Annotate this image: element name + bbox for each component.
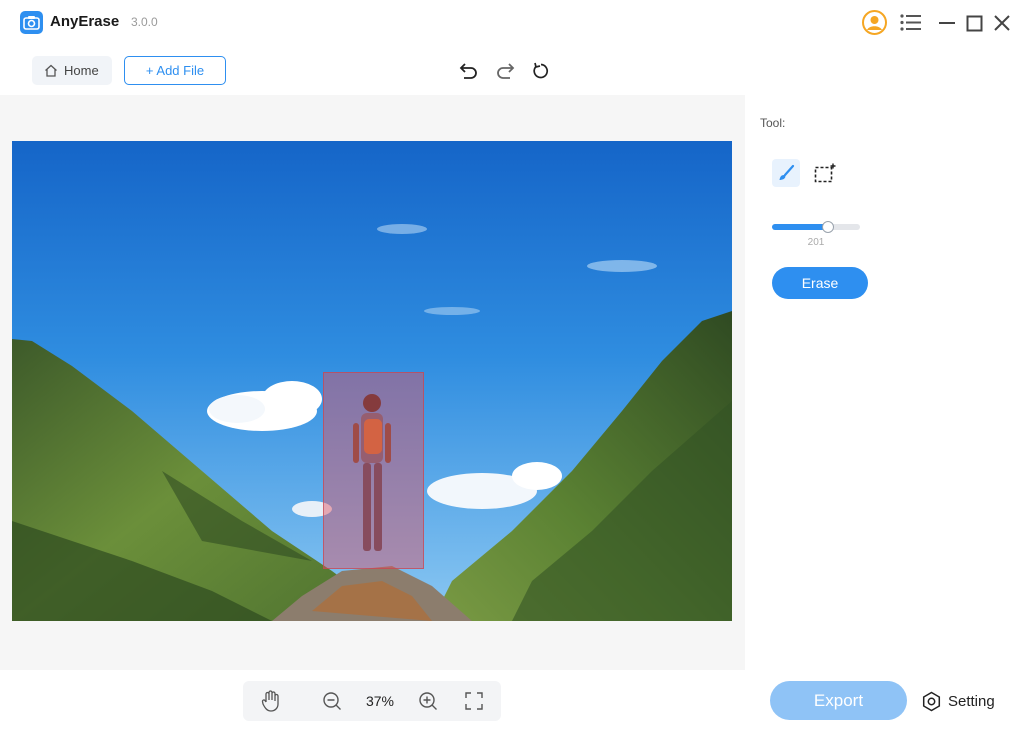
brush-icon [779,164,795,180]
app-window: AnyErase 3.0.0 Home + Add File Tool: 201… [0,0,1023,733]
zoom-in-button[interactable] [416,689,440,713]
rect-select-icon [814,163,836,183]
setting-label: Setting [948,692,995,710]
close-icon[interactable] [993,14,1011,32]
menu-icon[interactable] [900,14,922,31]
home-icon [45,64,57,77]
rect-select-tool-button[interactable] [811,159,839,187]
app-logo [20,11,43,34]
minimize-icon[interactable] [938,15,956,31]
tool-label: Tool: [760,116,786,130]
fit-screen-icon [465,692,483,710]
redo-icon [497,63,515,79]
add-file-button[interactable]: + Add File [124,56,226,85]
home-button[interactable]: Home [32,56,112,85]
brush-tool-button[interactable] [772,159,800,187]
redo-button[interactable] [493,59,517,83]
export-button[interactable]: Export [770,681,907,720]
undo-icon [459,63,477,79]
undo-button[interactable] [457,59,481,83]
title-bar: AnyErase 3.0.0 [0,0,1023,44]
zoom-level: 37% [365,693,395,709]
zoom-out-button[interactable] [320,689,344,713]
maximize-icon[interactable] [966,15,983,32]
edited-photo[interactable] [12,141,732,621]
pan-button[interactable] [259,689,283,713]
hand-icon [261,690,279,712]
zoom-in-icon [419,692,437,710]
zoom-bar: 37% [243,681,501,721]
gear-icon [922,691,941,711]
slider-fill [772,224,829,230]
setting-button[interactable]: Setting [921,689,995,713]
tool-panel: Tool: 201 Erase [745,95,1023,670]
app-version: 3.0.0 [131,15,158,29]
brush-size-slider[interactable] [772,221,860,233]
canvas-area[interactable] [0,95,745,670]
zoom-out-icon [323,692,341,710]
account-icon[interactable] [862,10,887,35]
app-name: AnyErase [50,13,120,30]
erase-button[interactable]: Erase [772,267,868,299]
reset-icon [533,62,549,79]
brush-size-value: 201 [807,237,825,248]
reset-button[interactable] [529,59,553,83]
slider-thumb[interactable] [822,221,835,233]
home-label: Home [64,63,99,78]
selection-overlay[interactable] [323,372,424,569]
fit-screen-button[interactable] [462,689,486,713]
